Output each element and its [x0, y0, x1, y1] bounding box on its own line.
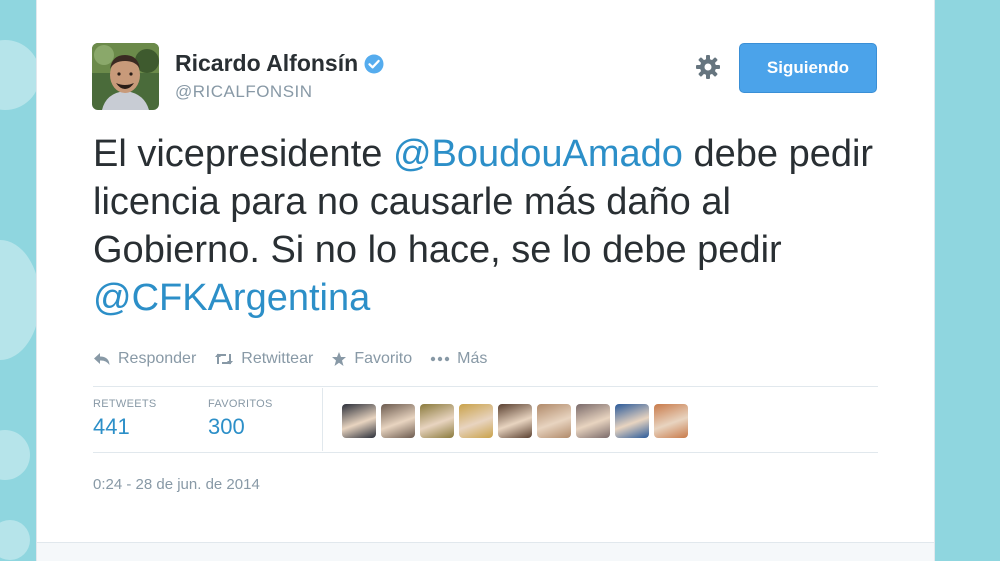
gear-icon[interactable]: [694, 53, 722, 81]
background-bubble: [0, 430, 30, 480]
favorite-label: Favorito: [354, 350, 413, 367]
favoriter-avatar[interactable]: [381, 404, 415, 438]
favoriter-avatar[interactable]: [342, 404, 376, 438]
author-avatar[interactable]: [92, 43, 159, 110]
tweet-card: Ricardo Alfonsín @RICALFONSIN Siguiendo …: [36, 0, 935, 561]
author-handle[interactable]: @RICALFONSIN: [175, 82, 313, 102]
favorites-count: 300: [208, 414, 245, 439]
tweet-text-part: El vicepresidente: [93, 133, 393, 175]
mention-link-boudouamado[interactable]: @BoudouAmado: [393, 133, 683, 175]
retweets-stat[interactable]: RETWEETS 441: [93, 398, 157, 440]
favorites-label: FAVORITOS: [208, 398, 273, 410]
divider: [93, 452, 878, 453]
reply-label: Responder: [118, 350, 197, 367]
more-icon: [430, 356, 450, 362]
retweet-icon: [215, 353, 234, 365]
retweet-button[interactable]: Retwittear: [214, 350, 313, 368]
card-footer: [37, 542, 934, 561]
favoriter-avatar[interactable]: [537, 404, 571, 438]
background-bubble: [0, 520, 30, 560]
favoriter-avatar[interactable]: [576, 404, 610, 438]
verified-badge-icon: [364, 53, 384, 80]
author-name[interactable]: Ricardo Alfonsín: [175, 50, 384, 80]
favoriter-avatar[interactable]: [615, 404, 649, 438]
favoriter-avatar[interactable]: [498, 404, 532, 438]
tweet-actions: Responder Retwittear Favorito Más: [93, 347, 505, 371]
retweets-label: RETWEETS: [93, 398, 157, 410]
favorites-stat[interactable]: FAVORITOS 300: [208, 398, 273, 440]
reply-button[interactable]: Responder: [93, 350, 196, 368]
favoriter-avatars: [342, 404, 693, 438]
retweets-count: 441: [93, 414, 130, 439]
divider: [93, 386, 878, 387]
background-bubble: [0, 40, 40, 110]
star-icon: [332, 352, 347, 366]
tweet-timestamp[interactable]: 0:24 - 28 de jun. de 2014: [93, 476, 260, 493]
reply-icon: [94, 353, 110, 365]
following-button[interactable]: Siguiendo: [739, 43, 877, 93]
favoriter-avatar[interactable]: [654, 404, 688, 438]
more-button[interactable]: Más: [430, 350, 487, 368]
retweet-label: Retwittear: [241, 350, 314, 367]
mention-link-cfkargentina[interactable]: @CFKArgentina: [93, 277, 370, 319]
tweet-text: El vicepresidente @BoudouAmado debe pedi…: [93, 130, 893, 322]
divider: [322, 388, 323, 451]
favoriter-avatar[interactable]: [420, 404, 454, 438]
background-bubble: [0, 240, 40, 360]
author-name-text: Ricardo Alfonsín: [175, 50, 359, 76]
favorite-button[interactable]: Favorito: [331, 350, 412, 368]
favoriter-avatar[interactable]: [459, 404, 493, 438]
more-label: Más: [457, 350, 488, 367]
